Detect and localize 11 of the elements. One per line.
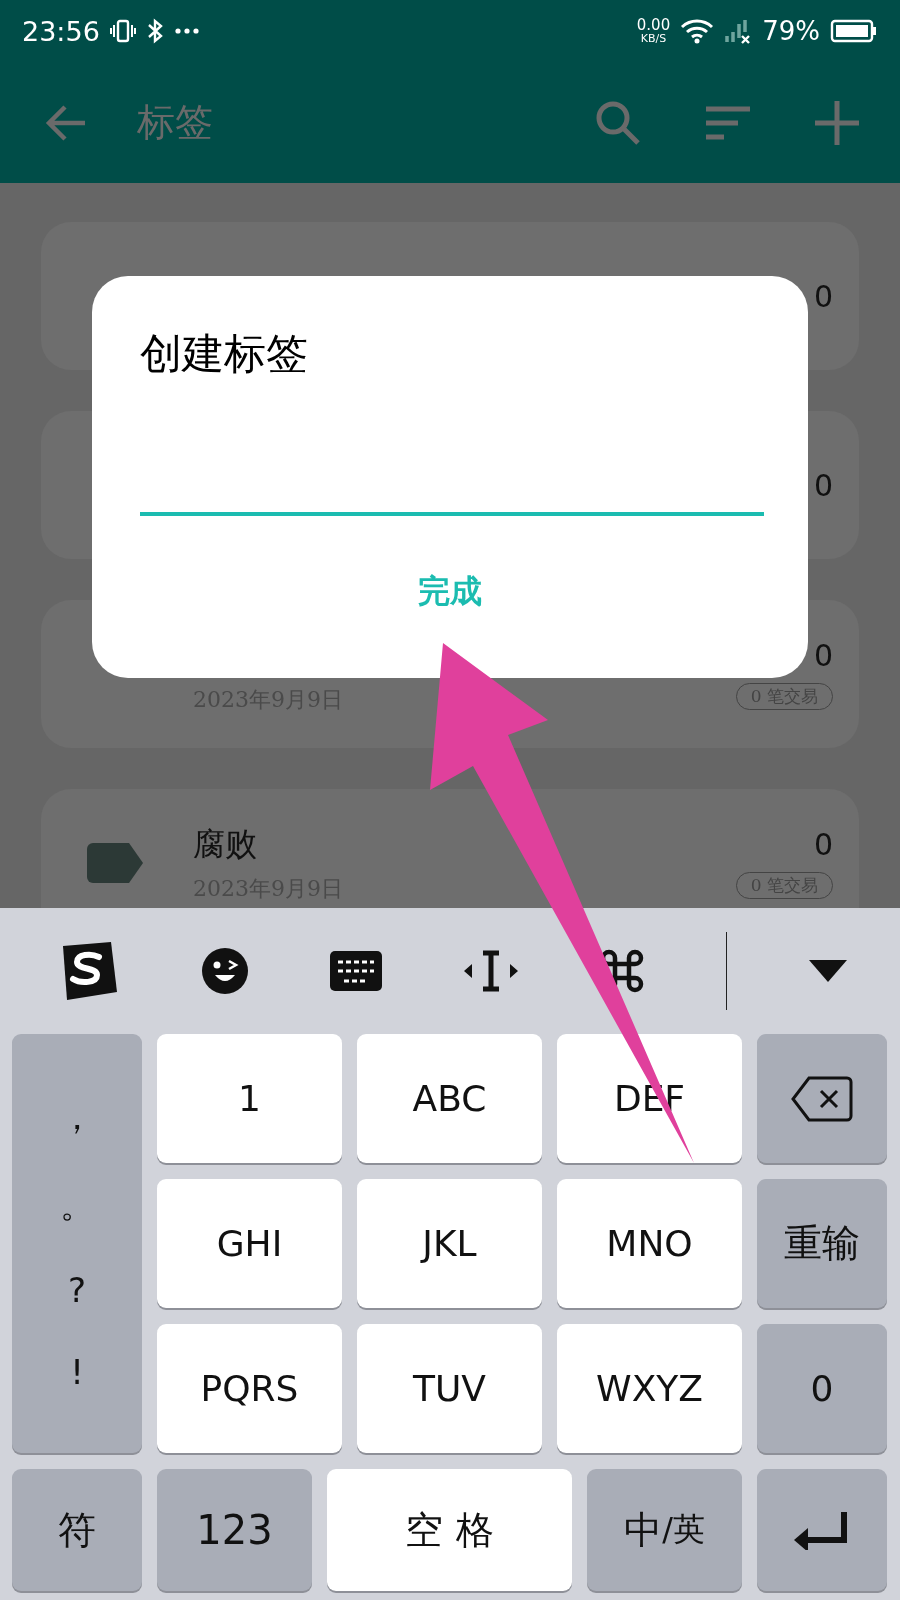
network-speed: 0.00 <box>636 18 671 33</box>
tag-name: 腐败 <box>193 824 258 865</box>
tag-amount: 0 <box>813 467 833 503</box>
battery-percent: 79% <box>762 16 820 46</box>
tag-amount: 0 <box>813 278 833 314</box>
tag-amount: 0 <box>813 827 833 862</box>
tag-amount: 0 <box>813 638 833 673</box>
page-title: 标签 <box>137 99 213 146</box>
network-unit: KB/S <box>640 33 667 44</box>
clock: 23:56 <box>22 15 100 47</box>
dialog-title: 创建标签 <box>140 328 308 380</box>
